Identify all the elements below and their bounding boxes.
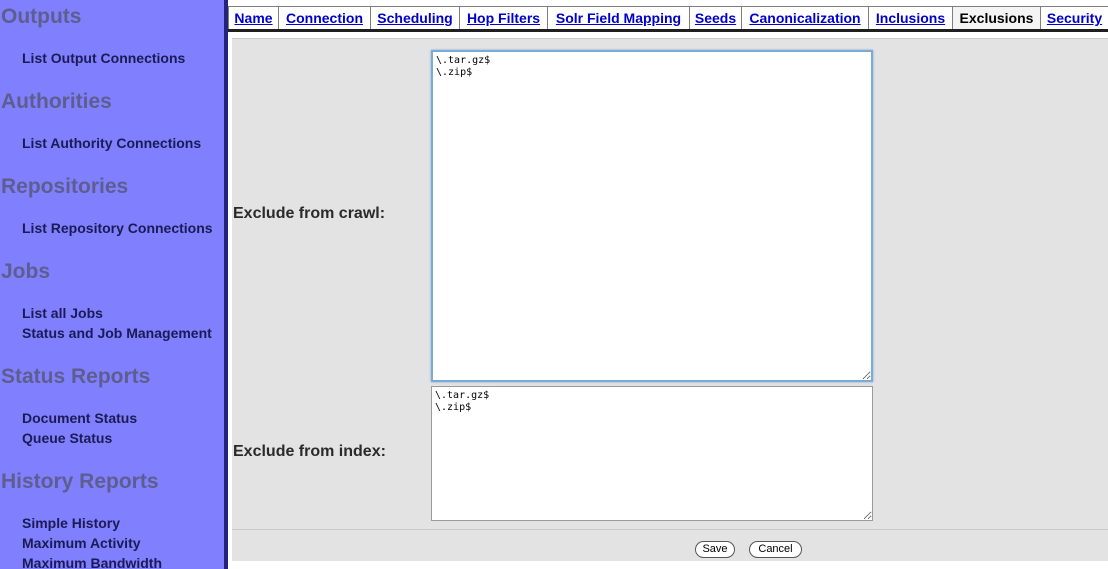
nav-link-maximum-bandwidth[interactable]: Maximum Bandwidth	[22, 555, 162, 569]
nav-link-document-status[interactable]: Document Status	[22, 410, 137, 426]
tab-scheduling[interactable]: Scheduling	[370, 6, 459, 29]
exclusions-panel: Exclude from crawl: Exclude from index: …	[232, 38, 1108, 561]
nav-link-queue-status[interactable]: Queue Status	[22, 430, 112, 446]
nav-heading-repositories: Repositories	[1, 175, 129, 198]
tab-bar: Name Connection Scheduling Hop Filters S…	[228, 6, 1108, 30]
tab-seeds[interactable]: Seeds	[689, 6, 741, 29]
tab-exclusions[interactable]: Exclusions	[952, 6, 1040, 29]
nav-heading-authorities: Authorities	[1, 90, 112, 113]
tab-underline	[228, 29, 1108, 32]
save-button[interactable]: Save	[695, 541, 735, 558]
tab-inclusions[interactable]: Inclusions	[868, 6, 952, 29]
cancel-button[interactable]: Cancel	[749, 541, 802, 558]
nav-link-maximum-activity[interactable]: Maximum Activity	[22, 535, 141, 551]
nav-link-status-and-job-management[interactable]: Status and Job Management	[22, 325, 212, 341]
nav-heading-outputs: Outputs	[1, 5, 82, 28]
exclude-crawl-label: Exclude from crawl:	[233, 205, 386, 222]
nav-link-list-repository-connections[interactable]: List Repository Connections	[22, 220, 213, 236]
exclude-index-textarea[interactable]	[431, 386, 873, 521]
exclude-index-label: Exclude from index:	[233, 443, 386, 460]
nav-link-list-output-connections[interactable]: List Output Connections	[22, 50, 185, 66]
tab-security[interactable]: Security	[1040, 6, 1108, 29]
nav-link-list-all-jobs[interactable]: List all Jobs	[22, 305, 103, 321]
nav-heading-status-reports: Status Reports	[1, 365, 151, 388]
tab-solr-field-mapping[interactable]: Solr Field Mapping	[547, 6, 689, 29]
tab-name[interactable]: Name	[228, 6, 278, 29]
tab-canonicalization[interactable]: Canonicalization	[741, 6, 868, 29]
main-content: Name Connection Scheduling Hop Filters S…	[228, 0, 1108, 569]
form-button-row: Save Cancel	[232, 529, 1108, 560]
nav-link-simple-history[interactable]: Simple History	[22, 515, 120, 531]
nav-heading-history-reports: History Reports	[1, 470, 159, 493]
exclude-crawl-textarea[interactable]	[431, 50, 873, 382]
tab-hop-filters[interactable]: Hop Filters	[459, 6, 547, 29]
tab-connection[interactable]: Connection	[278, 6, 370, 29]
nav-link-list-authority-connections[interactable]: List Authority Connections	[22, 135, 201, 151]
sidebar-nav: Outputs List Output Connections Authorit…	[0, 0, 224, 569]
nav-heading-jobs: Jobs	[1, 260, 51, 283]
